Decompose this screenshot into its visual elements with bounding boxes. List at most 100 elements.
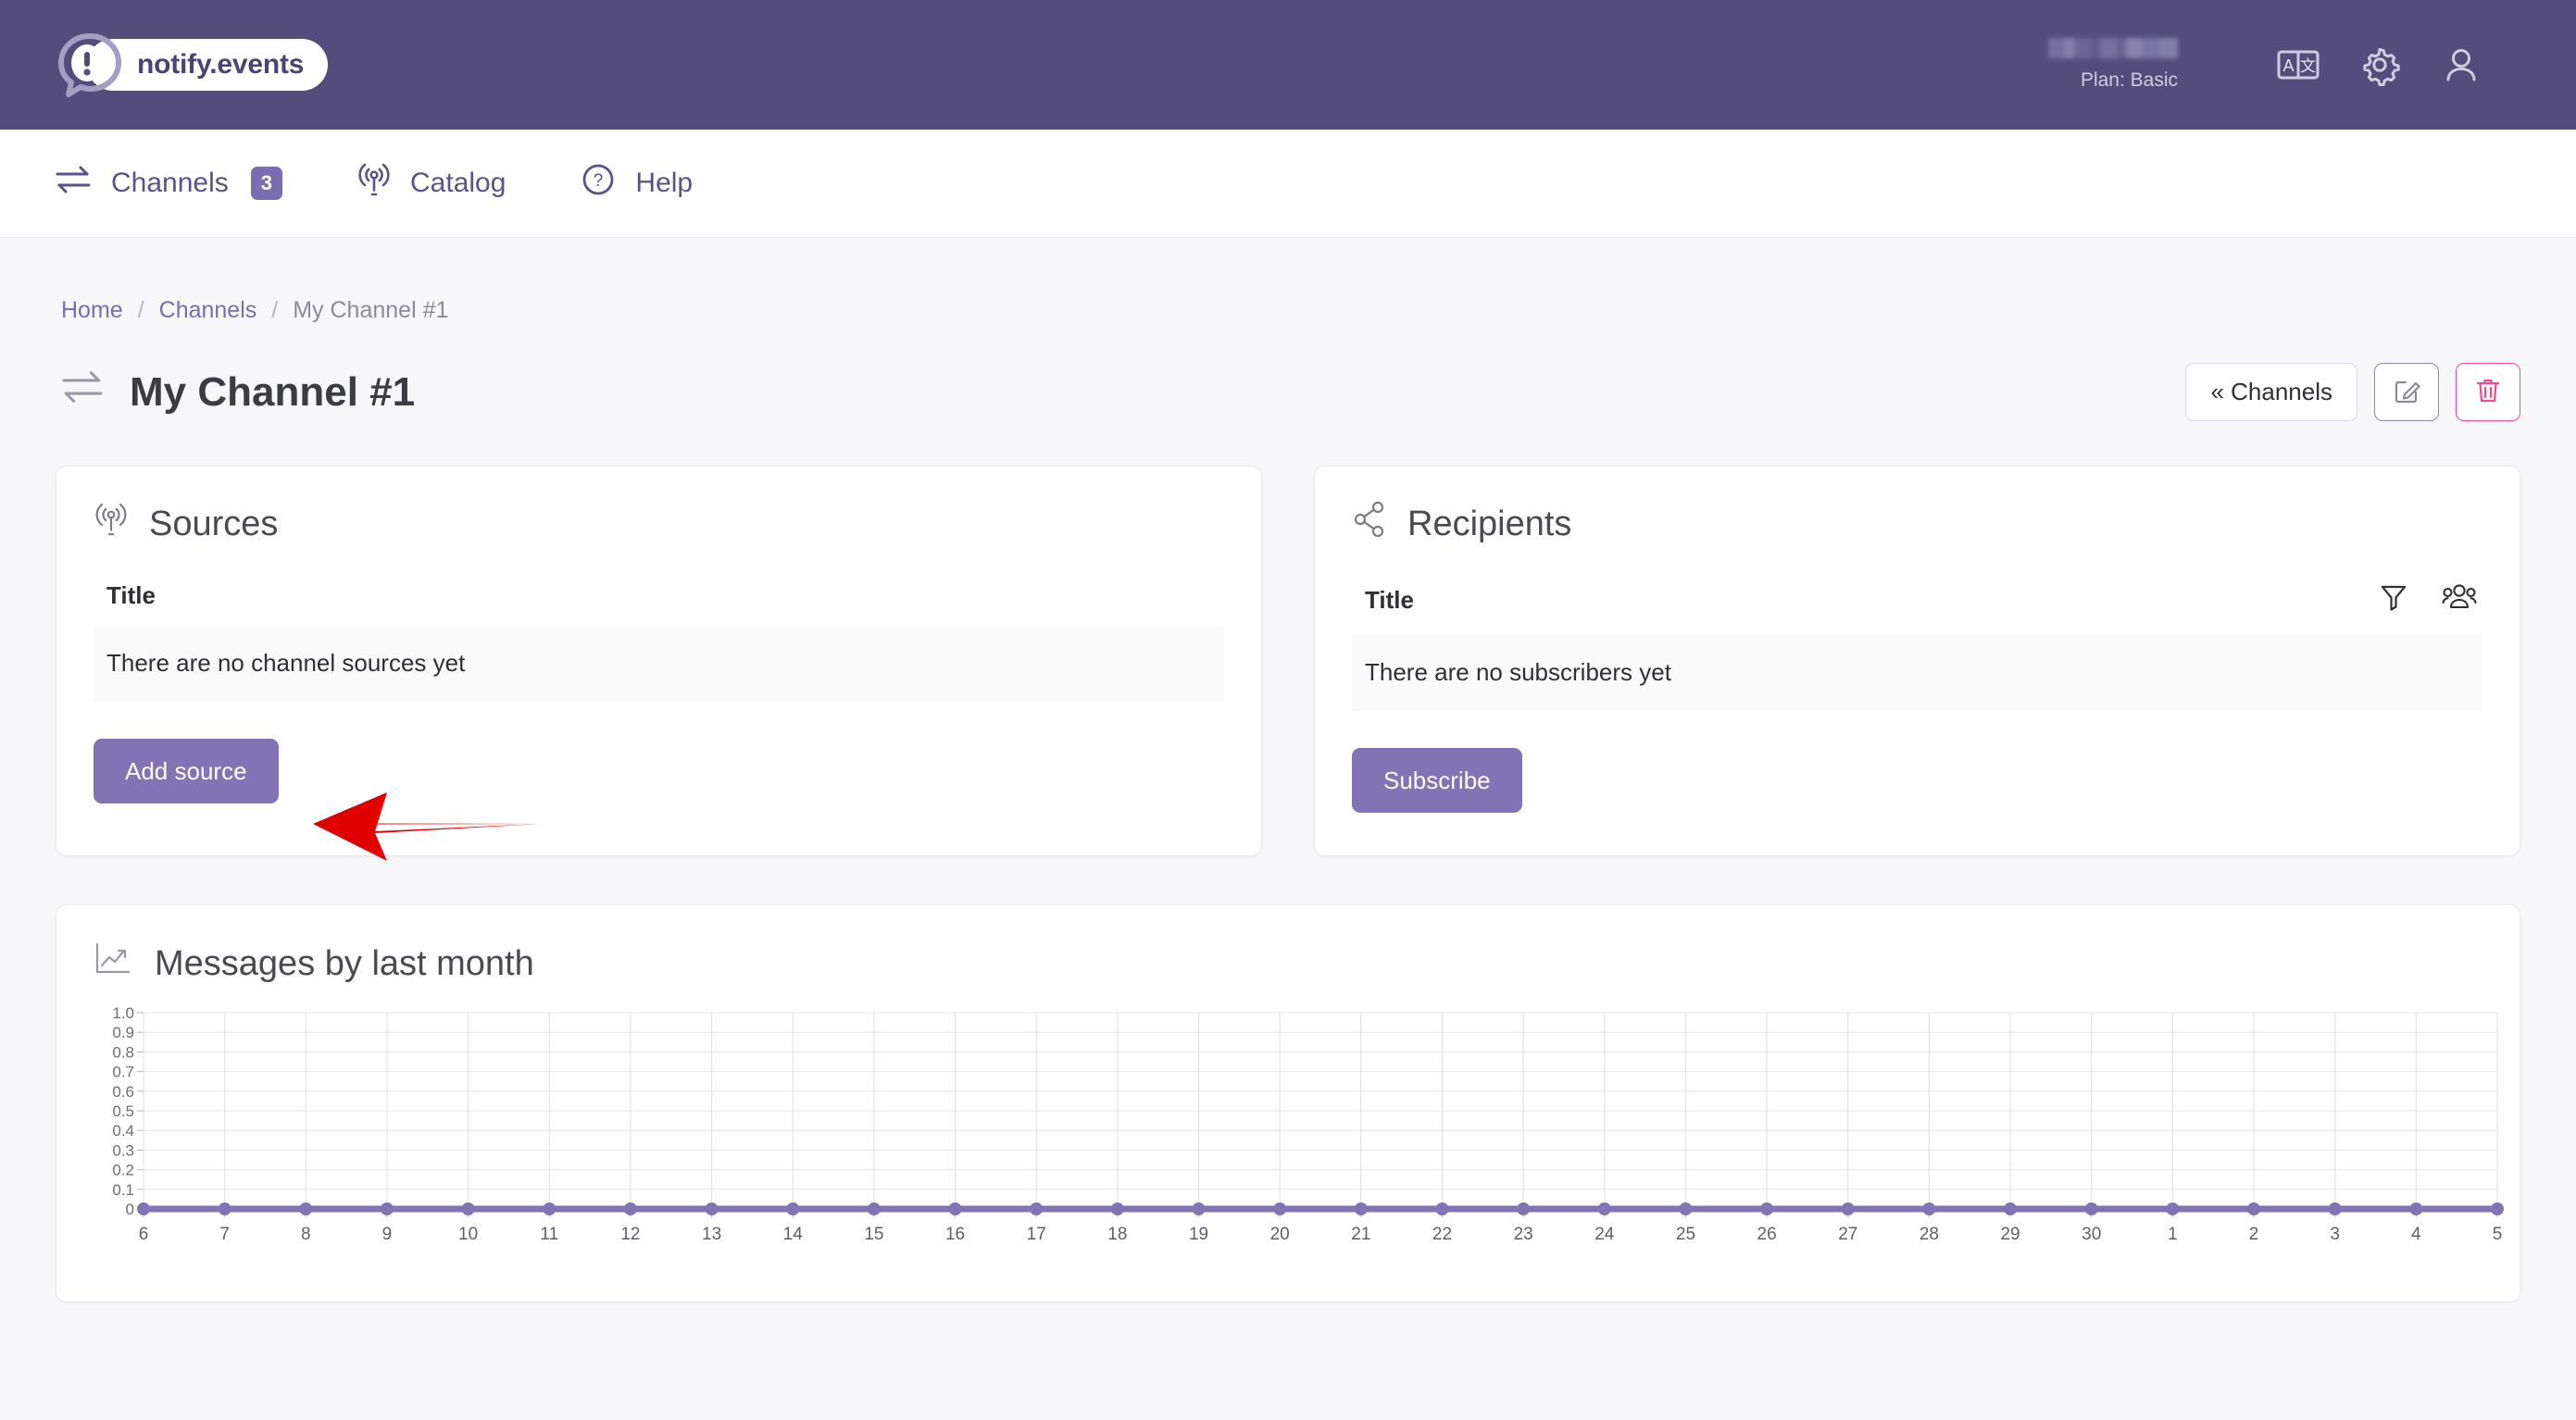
page-title: My Channel #1 [59,368,415,416]
sources-empty-row: There are no channel sources yet [94,625,1224,702]
svg-text:29: 29 [2000,1225,2020,1244]
svg-text:4: 4 [2411,1225,2421,1244]
svg-text:0.6: 0.6 [112,1083,134,1101]
edit-pencil-icon [2392,376,2421,408]
svg-text:15: 15 [864,1225,883,1244]
svg-text:?: ? [594,171,604,191]
svg-text:0: 0 [126,1201,134,1218]
page-content: Home / Channels / My Channel #1 My Chann… [0,238,2576,1302]
translate-icon[interactable]: A 文 [2265,31,2332,98]
svg-text:5: 5 [2493,1225,2503,1244]
recipients-title-text: Recipients [1407,504,1572,543]
svg-text:0.1: 0.1 [112,1181,134,1199]
svg-text:1: 1 [2168,1225,2178,1244]
broadcast-icon [94,500,129,548]
breadcrumb-separator-2: / [271,297,279,323]
page-header: My Channel #1 « Channels [56,363,2520,421]
svg-text:0.3: 0.3 [112,1141,134,1159]
svg-text:17: 17 [1027,1225,1046,1244]
user-icon[interactable] [2428,31,2495,98]
question-circle-icon: ? [580,161,617,206]
nav-label-catalog: Catalog [410,168,506,198]
svg-text:21: 21 [1351,1225,1370,1244]
page-header-actions: « Channels [2185,363,2520,421]
broadcast-icon [356,161,392,206]
brand-name: notify.events [137,49,305,80]
recipients-card: Recipients Title There are no subscriber… [1314,466,2520,856]
svg-text:文: 文 [2300,57,2316,76]
nav-label-help: Help [635,168,694,198]
sources-card-title: Sources [94,500,1224,548]
line-chart-svg: 1.00.90.80.70.60.50.40.30.20.106 7 8 9 10 11 1… [112,1004,2504,1244]
plan-label: Plan: Basic [2080,69,2178,91]
svg-text:A: A [2282,56,2294,75]
svg-text:0.8: 0.8 [112,1043,134,1061]
exchange-arrows-icon [59,368,106,416]
nav-item-help[interactable]: ? Help [580,161,693,206]
nav-label-channels: Channels [111,168,229,198]
svg-text:13: 13 [702,1225,721,1244]
svg-text:19: 19 [1189,1225,1208,1244]
subscribe-button[interactable]: Subscribe [1352,748,1522,813]
svg-text:26: 26 [1757,1225,1777,1244]
username-redacted [2048,38,2178,58]
nav-item-catalog[interactable]: Catalog [356,161,506,206]
svg-text:28: 28 [1919,1225,1939,1244]
edit-channel-button[interactable] [2374,363,2439,421]
svg-text:10: 10 [458,1225,478,1244]
recipients-header-actions [2379,581,2482,619]
svg-text:27: 27 [1838,1225,1857,1244]
svg-text:20: 20 [1270,1225,1290,1244]
top-bar-right: Plan: Basic A 文 [2048,31,2495,98]
chart-card-title: Messages by last month [88,940,2488,987]
svg-text:1.0: 1.0 [112,1005,134,1022]
users-group-icon[interactable] [2442,581,2477,619]
trash-icon [2474,376,2502,408]
svg-text:0.4: 0.4 [112,1122,134,1140]
main-nav: Channels 3 Catalog ? Help [0,130,2576,238]
breadcrumb: Home / Channels / My Channel #1 [56,238,2520,324]
user-plan-block[interactable]: Plan: Basic [2048,38,2178,92]
gear-icon[interactable] [2346,31,2413,98]
svg-text:14: 14 [783,1225,804,1244]
messages-chart-card: Messages by last month 1.0 0.9 0.8 0.7 0.6 0.… [56,904,2520,1302]
svg-text:8: 8 [301,1225,311,1244]
breadcrumb-home[interactable]: Home [61,297,123,324]
svg-text:9: 9 [382,1225,393,1244]
svg-text:7: 7 [219,1225,230,1244]
recipients-table-header: Title [1352,581,2482,634]
svg-text:18: 18 [1107,1225,1127,1244]
top-bar: notify.events Plan: Basic A 文 [0,0,2576,130]
svg-text:24: 24 [1594,1225,1615,1244]
svg-text:12: 12 [620,1225,640,1244]
recipients-column-title: Title [1365,586,1414,614]
exclamation-bubble-icon [54,29,126,101]
sources-column-title: Title [106,581,156,609]
chart-plot-area: 1.0 0.9 0.8 0.7 0.6 0.5 0.4 0.3 0.2 0.1 0 6 7 8 9 10 11 1… [88,1004,2504,1253]
nav-item-channels[interactable]: Channels 3 [54,164,283,203]
svg-text:6: 6 [139,1225,149,1244]
svg-text:2: 2 [2249,1225,2259,1244]
svg-text:23: 23 [1514,1225,1533,1244]
delete-channel-button[interactable] [2456,363,2520,421]
svg-text:16: 16 [945,1225,965,1244]
add-source-button[interactable]: Add source [94,739,279,803]
share-nodes-icon [1352,500,1387,548]
chart-title-text: Messages by last month [155,943,534,983]
recipients-card-title: Recipients [1352,500,2482,548]
brand-logo[interactable]: notify.events [54,29,329,101]
exchange-arrows-icon [54,164,93,203]
svg-text:0.5: 0.5 [112,1102,134,1120]
back-to-channels-button[interactable]: « Channels [2185,363,2357,421]
breadcrumb-separator: / [137,297,144,323]
sources-table-header: Title [94,581,1224,625]
page-title-text: My Channel #1 [130,368,416,415]
breadcrumb-channels[interactable]: Channels [159,297,257,324]
svg-text:0.9: 0.9 [112,1024,134,1041]
svg-text:0.7: 0.7 [112,1064,134,1081]
svg-text:11: 11 [540,1225,558,1244]
nav-badge-channels: 3 [250,167,283,200]
svg-text:30: 30 [2082,1225,2101,1244]
filter-funnel-icon[interactable] [2379,581,2408,619]
svg-text:22: 22 [1432,1225,1452,1244]
